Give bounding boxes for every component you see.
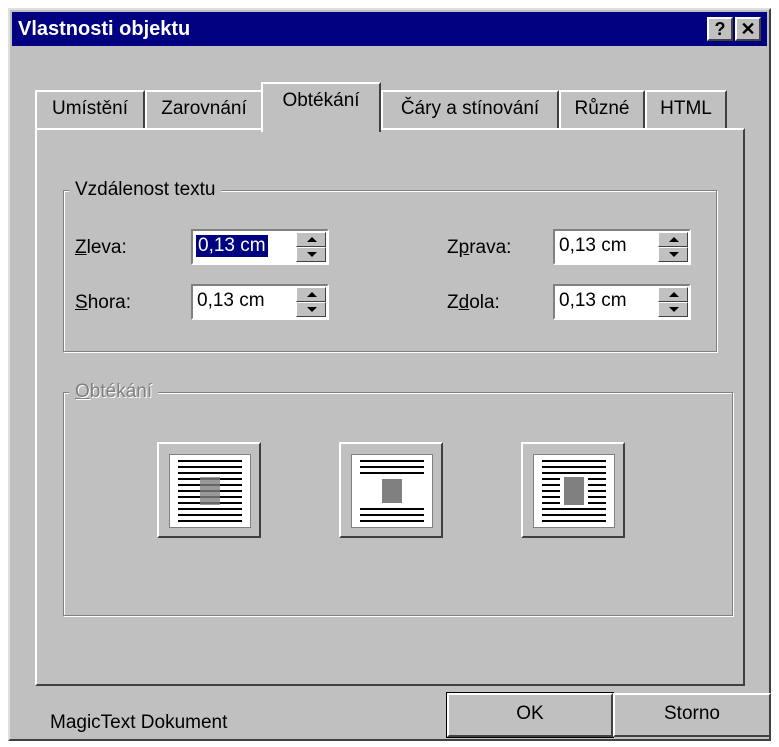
tab-ruzne[interactable]: Různé	[559, 90, 645, 128]
left-label: Zleva:	[75, 237, 127, 258]
help-button[interactable]: ?	[707, 17, 733, 41]
tab-panel: Vzdálenost textu Zleva: 0,13 cm Shora: 0…	[35, 128, 745, 686]
tab-cary-a-stinovani[interactable]: Čáry a stínování	[381, 90, 559, 128]
cancel-button[interactable]: Storno	[613, 693, 771, 737]
top-label: Shora:	[75, 292, 131, 313]
spin-down-icon[interactable]	[296, 302, 326, 317]
bottom-label: Zdola:	[447, 292, 500, 313]
ok-button[interactable]: OK	[446, 692, 614, 738]
status-text: MagicText Dokument	[50, 712, 228, 733]
spin-down-icon[interactable]	[658, 247, 688, 262]
left-distance-input[interactable]: 0,13 cm	[191, 229, 329, 265]
window-title: Vlastnosti objektu	[18, 18, 191, 40]
spin-down-icon[interactable]	[658, 302, 688, 317]
left-distance-value: 0,13 cm	[196, 235, 268, 257]
spin-up-icon[interactable]	[296, 287, 326, 302]
title-bar[interactable]: Vlastnosti objektu ? ✕	[12, 12, 767, 46]
spin-down-icon[interactable]	[296, 247, 326, 262]
dialog-window: Vlastnosti objektu ? ✕ Umístění Zarovnán…	[8, 8, 771, 741]
bottom-distance-input[interactable]: 0,13 cm	[553, 284, 691, 320]
distance-group-legend: Vzdálenost textu	[69, 179, 222, 201]
spin-up-icon[interactable]	[658, 287, 688, 302]
distance-group	[63, 190, 717, 352]
top-distance-value: 0,13 cm	[197, 290, 265, 311]
bottom-distance-value: 0,13 cm	[559, 290, 627, 311]
close-button[interactable]: ✕	[735, 17, 761, 41]
tab-obtekani[interactable]: Obtékání	[261, 82, 381, 132]
right-distance-spinner[interactable]	[658, 232, 688, 262]
right-label: Zprava:	[447, 237, 512, 258]
tab-html[interactable]: HTML	[645, 90, 727, 128]
wrap-group-legend: Obtékání	[69, 381, 159, 403]
top-distance-spinner[interactable]	[296, 287, 326, 317]
tab-umisteni[interactable]: Umístění	[35, 90, 145, 128]
wrap-group	[63, 392, 733, 616]
left-distance-spinner[interactable]	[296, 232, 326, 262]
bottom-distance-spinner[interactable]	[658, 287, 688, 317]
tab-zarovnani[interactable]: Zarovnání	[145, 90, 263, 128]
right-distance-input[interactable]: 0,13 cm	[553, 229, 691, 265]
right-distance-value: 0,13 cm	[559, 235, 627, 256]
spin-up-icon[interactable]	[296, 232, 326, 247]
spin-up-icon[interactable]	[658, 232, 688, 247]
top-distance-input[interactable]: 0,13 cm	[191, 284, 329, 320]
